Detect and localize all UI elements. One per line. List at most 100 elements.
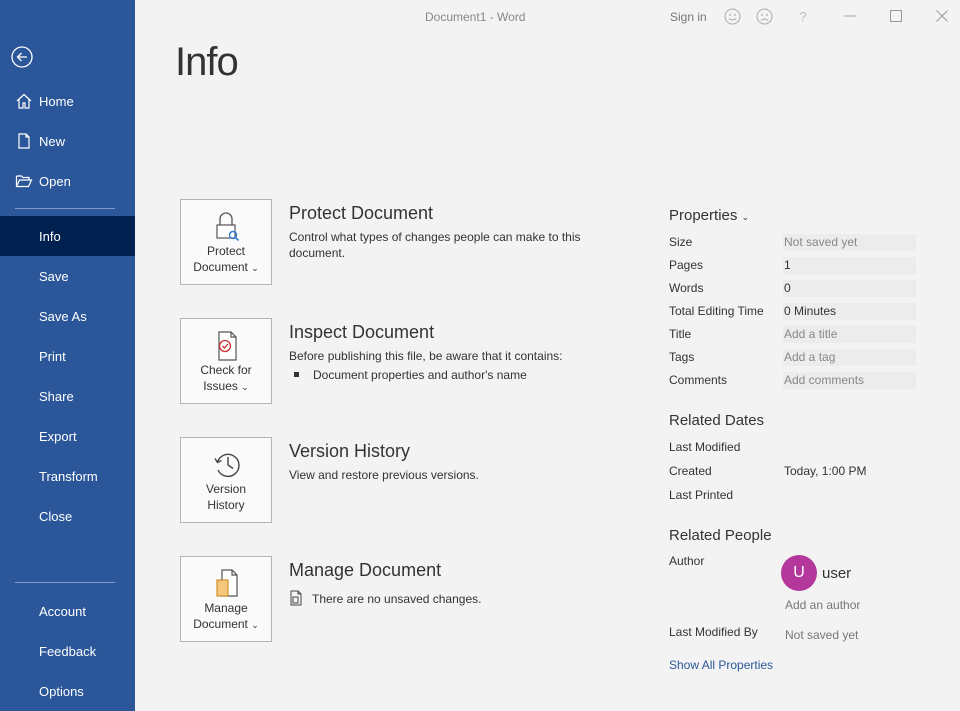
manage-document-button[interactable]: Manage Document ⌄ xyxy=(180,556,272,642)
version-history-description: View and restore previous versions. xyxy=(289,468,479,482)
add-author-field[interactable]: Add an author xyxy=(785,598,860,612)
prop-label-tags: Tags xyxy=(669,350,695,364)
sidebar-item-label: Export xyxy=(39,428,77,444)
sidebar-item-new[interactable]: New xyxy=(0,121,135,161)
comments-field[interactable]: Add comments xyxy=(783,372,916,389)
title-field[interactable]: Add a title xyxy=(783,326,916,343)
back-arrow-icon xyxy=(11,46,33,68)
manage-document-heading: Manage Document xyxy=(289,560,442,580)
maximize-icon[interactable] xyxy=(886,6,906,26)
chevron-down-icon: ⌄ xyxy=(241,382,249,392)
help-icon[interactable]: ? xyxy=(793,6,813,26)
protect-document-heading: Protect Document xyxy=(289,203,434,223)
close-window-icon[interactable] xyxy=(932,6,952,26)
last-modified-by-value: Not saved yet xyxy=(785,628,859,642)
new-document-icon xyxy=(15,132,33,150)
version-history-button[interactable]: Version History xyxy=(180,437,272,523)
back-button[interactable] xyxy=(10,45,34,69)
sidebar-item-save-as[interactable]: Save As xyxy=(0,296,135,336)
open-folder-icon xyxy=(15,172,33,190)
tile-label-line2: Document xyxy=(193,617,248,631)
sidebar-item-label: Save xyxy=(39,268,69,284)
sidebar-item-share[interactable]: Share xyxy=(0,376,135,416)
inspect-bullet-item: Document properties and author's name xyxy=(289,367,599,383)
manage-document-icon xyxy=(216,569,238,597)
sidebar-item-options[interactable]: Options xyxy=(0,671,135,711)
tile-label-line2: Issues xyxy=(203,379,238,393)
last-modified-by-label: Last Modified By xyxy=(669,625,758,639)
sidebar-item-save[interactable]: Save xyxy=(0,256,135,296)
prop-value-pages: 1 xyxy=(783,257,916,274)
page-title: Info xyxy=(175,40,239,84)
inspect-bullet-text: Document properties and author's name xyxy=(313,368,527,382)
related-people-heading: Related People xyxy=(669,527,772,544)
prop-label-size: Size xyxy=(669,235,693,249)
sidebar-item-label: Options xyxy=(39,683,84,699)
sidebar-item-label: Print xyxy=(39,348,66,364)
tile-label-line1: Manage xyxy=(204,601,248,615)
document-check-icon xyxy=(218,331,237,361)
manage-document-description: There are no unsaved changes. xyxy=(312,592,482,606)
bullet-icon xyxy=(294,372,299,378)
date-label-created: Created xyxy=(669,464,712,478)
prop-label-comments: Comments xyxy=(669,373,728,387)
sidebar-item-close[interactable]: Close xyxy=(0,496,135,536)
show-all-properties-link[interactable]: Show All Properties xyxy=(669,658,773,672)
author-name[interactable]: user xyxy=(822,565,851,582)
sidebar-divider xyxy=(15,208,115,209)
smile-icon[interactable] xyxy=(722,6,742,26)
tile-label-line1: Version xyxy=(205,482,247,496)
title-bar: Document1 - Word Sign in ? xyxy=(135,0,960,32)
history-clock-icon xyxy=(214,453,240,478)
manage-document-status: There are no unsaved changes. xyxy=(289,590,599,607)
window-title: Document1 - Word xyxy=(425,10,526,24)
backstage-sidebar: Home New Open Info Save Save As Print Sh… xyxy=(0,0,135,711)
tags-field[interactable]: Add a tag xyxy=(783,349,916,366)
sign-in-link[interactable]: Sign in xyxy=(670,10,707,24)
prop-value-editing-time: 0 Minutes xyxy=(783,303,916,320)
sidebar-item-label: Open xyxy=(39,173,71,189)
lock-icon xyxy=(216,212,240,242)
sidebar-item-label: Close xyxy=(39,508,73,524)
tile-label-line1: Check for xyxy=(200,363,252,377)
inspect-document-description: Before publishing this file, be aware th… xyxy=(289,349,563,363)
chevron-down-icon: ⌄ xyxy=(251,620,259,630)
prop-label-words: Words xyxy=(669,281,704,295)
sidebar-item-export[interactable]: Export xyxy=(0,416,135,456)
frown-icon[interactable] xyxy=(754,6,774,26)
date-label-last-modified: Last Modified xyxy=(669,440,741,454)
protect-document-button[interactable]: Protect Document ⌄ xyxy=(180,199,272,285)
sidebar-item-label: Share xyxy=(39,388,74,404)
prop-label-title: Title xyxy=(669,327,692,341)
sidebar-item-label: Transform xyxy=(39,468,98,484)
prop-label-editing-time: Total Editing Time xyxy=(669,304,764,318)
sidebar-item-home[interactable]: Home xyxy=(0,81,135,121)
tile-label-line2: Document xyxy=(193,260,248,274)
sidebar-item-label: New xyxy=(39,133,66,149)
minimize-icon[interactable] xyxy=(840,6,860,26)
sidebar-item-account[interactable]: Account xyxy=(0,591,135,631)
properties-heading: Properties xyxy=(669,207,738,224)
sidebar-divider xyxy=(15,582,115,583)
sidebar-item-transform[interactable]: Transform xyxy=(0,456,135,496)
chevron-down-icon: ⌄ xyxy=(251,263,259,273)
date-value-created: Today, 1:00 PM xyxy=(784,464,867,478)
sidebar-item-label: Account xyxy=(39,603,86,619)
prop-value-size: Not saved yet xyxy=(783,234,916,251)
prop-label-pages: Pages xyxy=(669,258,704,272)
avatar[interactable]: U xyxy=(781,555,817,591)
sidebar-item-open[interactable]: Open xyxy=(0,161,135,201)
date-value-last-printed xyxy=(783,487,916,504)
sidebar-item-print[interactable]: Print xyxy=(0,336,135,376)
date-label-last-printed: Last Printed xyxy=(669,488,734,502)
properties-dropdown[interactable]: Properties ⌄ xyxy=(669,207,749,224)
sidebar-item-label: Info xyxy=(39,228,61,244)
sidebar-item-feedback[interactable]: Feedback xyxy=(0,631,135,671)
sidebar-item-info[interactable]: Info xyxy=(0,216,135,256)
home-icon xyxy=(15,92,33,110)
date-value-last-modified xyxy=(783,439,916,456)
related-dates-heading: Related Dates xyxy=(669,412,765,429)
tile-label-line1: Protect xyxy=(206,244,245,258)
protect-document-description: Control what types of changes people can… xyxy=(289,230,581,260)
check-for-issues-button[interactable]: Check for Issues ⌄ xyxy=(180,318,272,404)
